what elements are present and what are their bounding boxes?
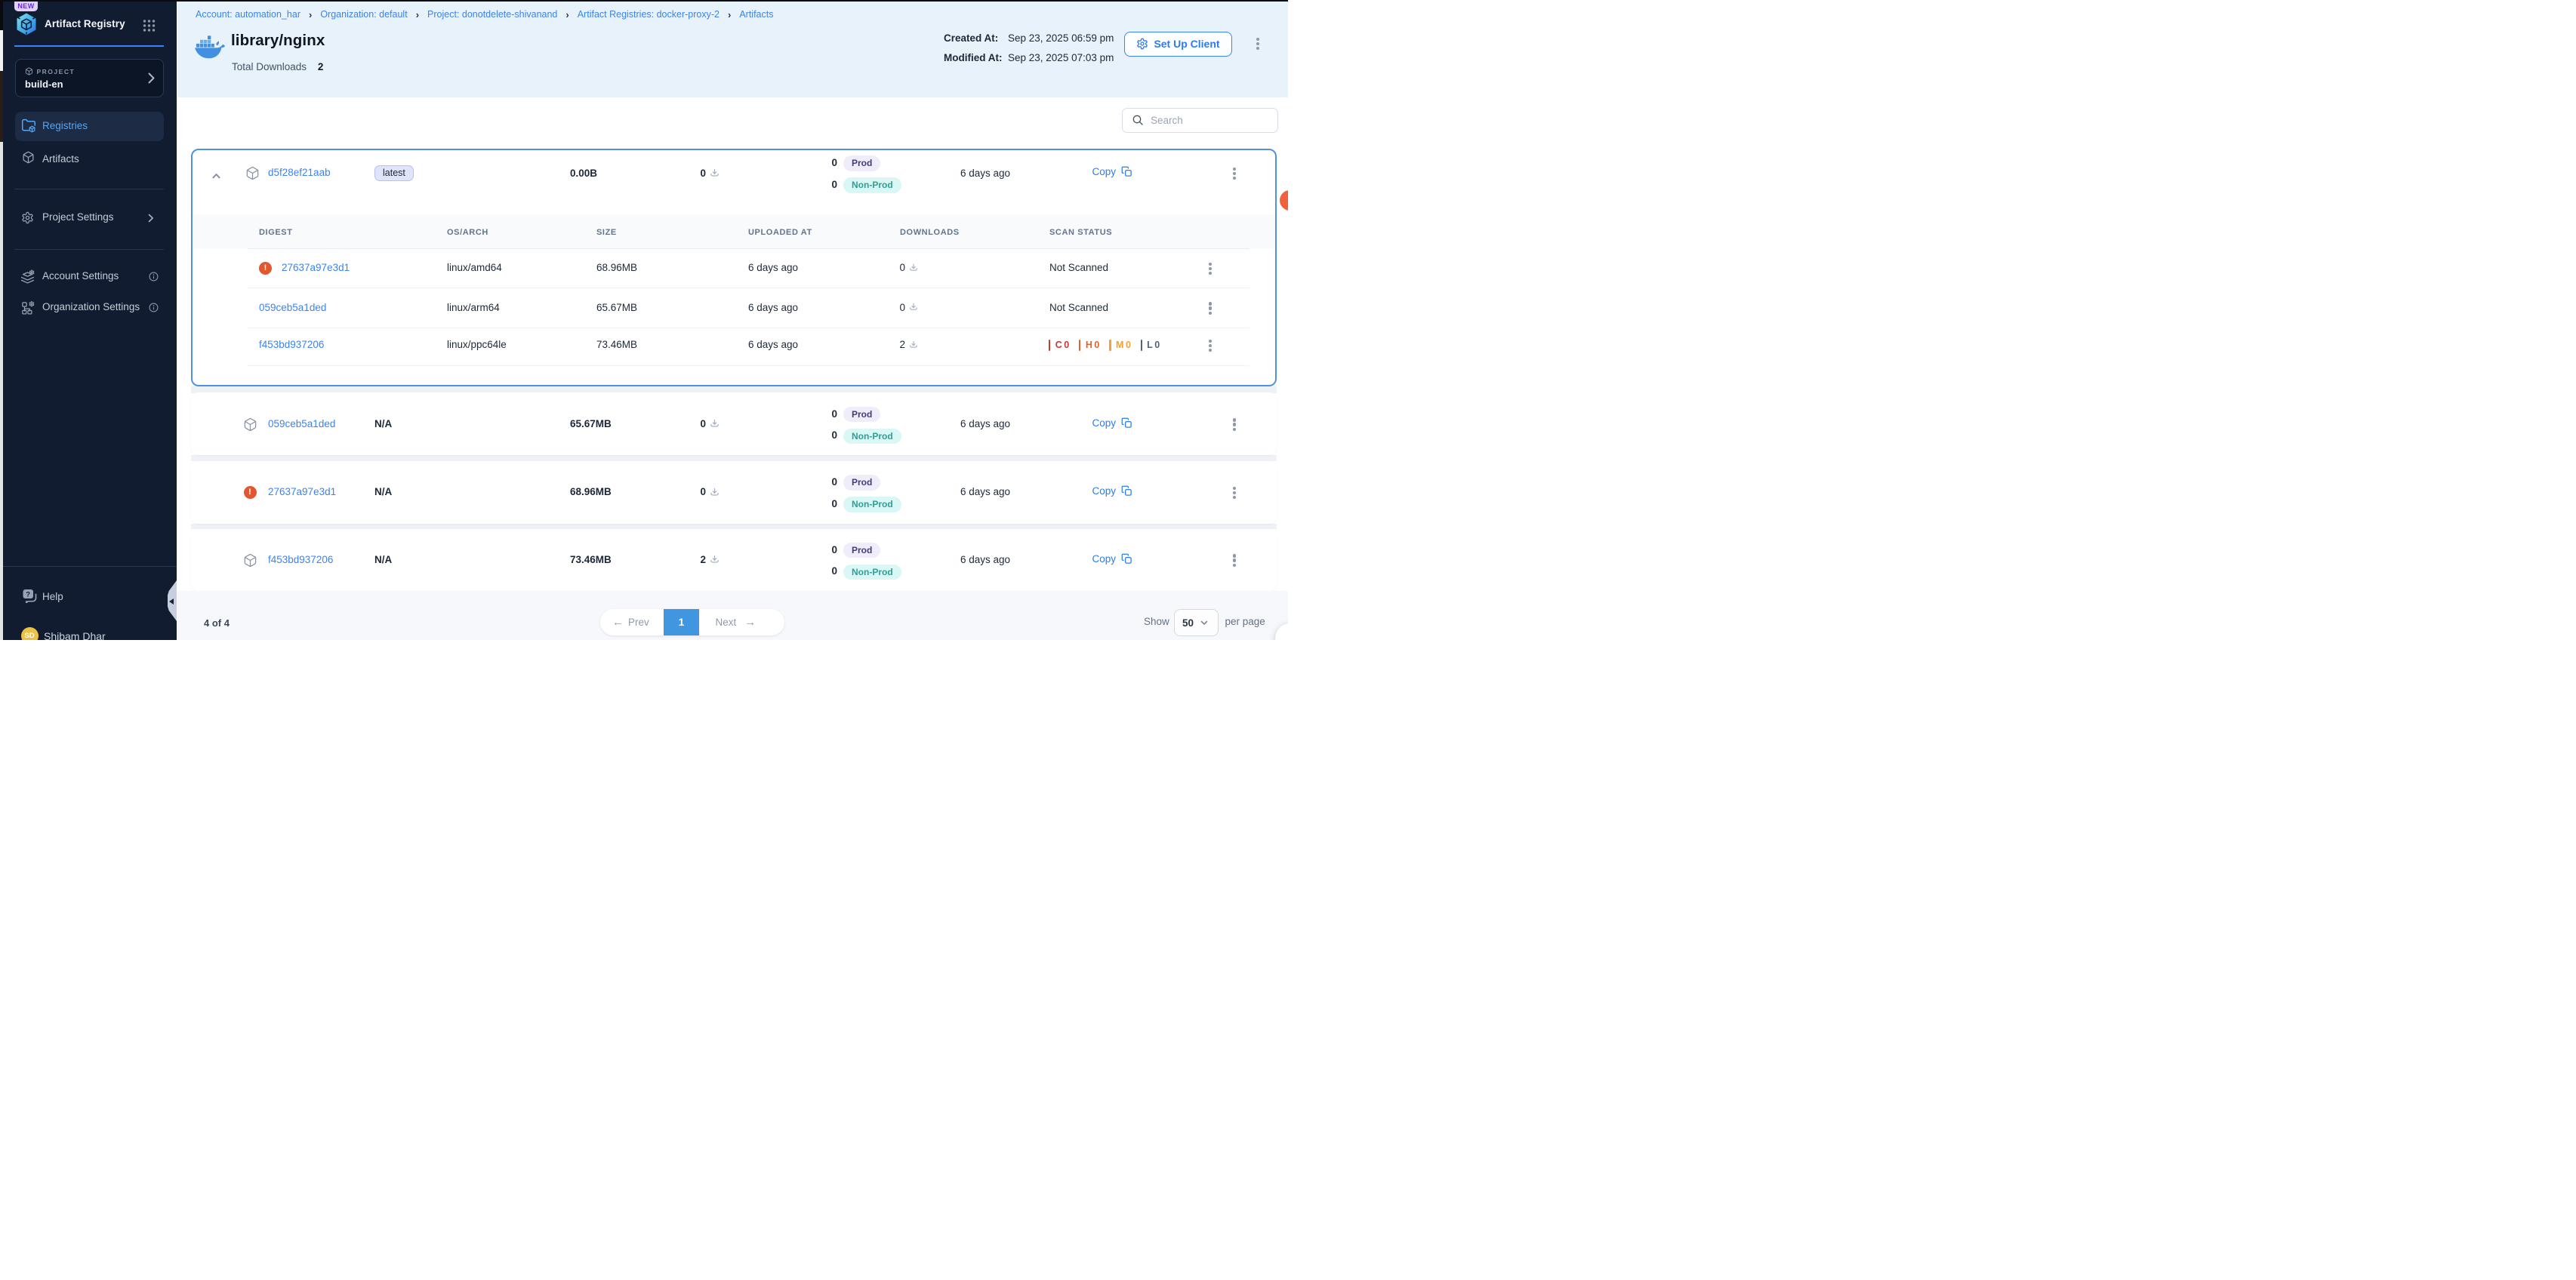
svg-text:?: ? <box>26 591 30 599</box>
